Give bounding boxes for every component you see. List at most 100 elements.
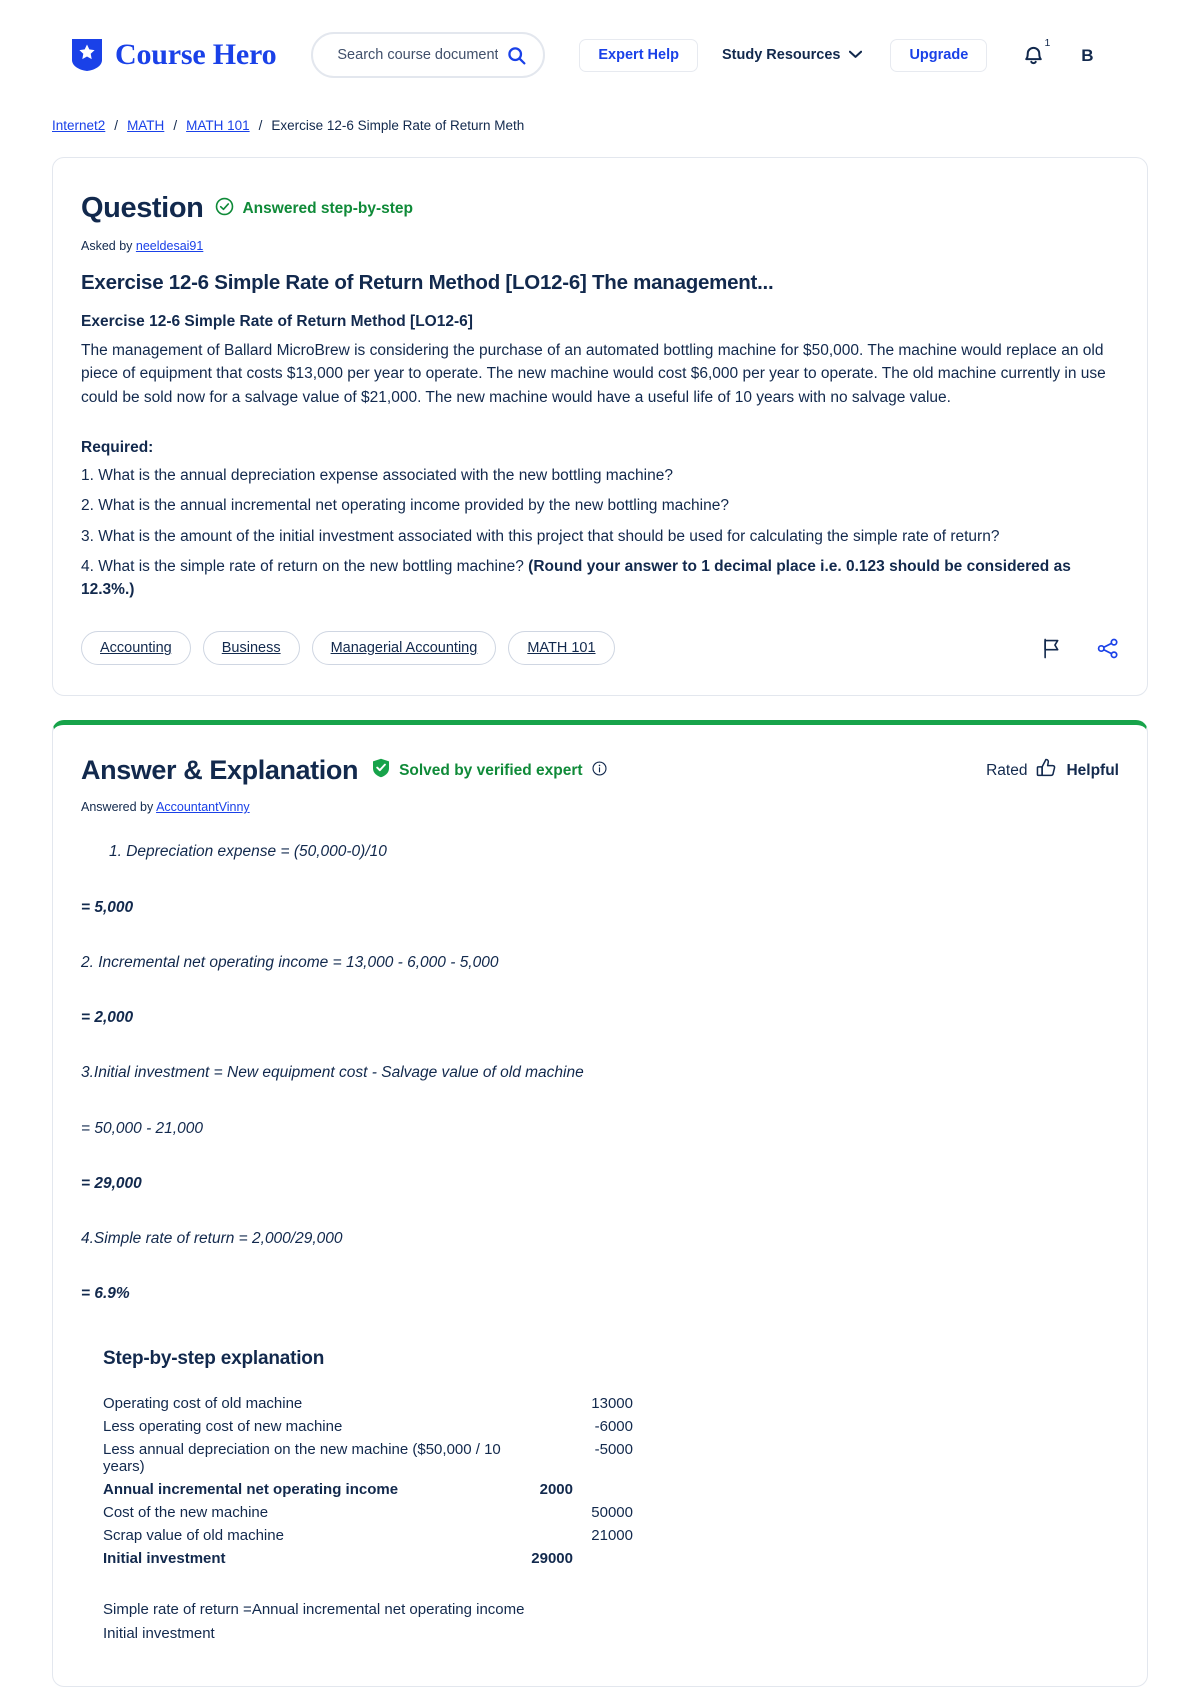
check-circle-icon [215,197,234,221]
answered-by: Answered by AccountantVinny [81,800,1119,814]
thumbs-up-icon[interactable] [1036,758,1057,783]
answer-line-6: = 29,000 [81,1174,142,1192]
row-label: Operating cost of old machine [103,1394,303,1412]
header-nav: Expert Help Study Resources Upgrade 1 B [579,37,1094,72]
table-row: Annual incremental net operating income … [103,1478,633,1501]
tag-managerial-accounting[interactable]: Managerial Accounting [311,631,497,666]
answered-by-user-link[interactable]: AccountantVinny [156,800,250,814]
answer-line-3: = 2,000 [81,1009,134,1027]
question-card: Question Answered step-by-step Asked by … [52,157,1148,697]
breadcrumb-item-0[interactable]: Internet2 [52,118,105,133]
table-row: Scrap value of old machine 21000 [103,1524,633,1547]
rated-label: Rated [986,761,1028,779]
rating-control[interactable]: Rated Helpful [986,758,1119,783]
step-by-step-note: Simple rate of return =Annual incrementa… [103,1598,1119,1646]
question-body: The management of Ballard MicroBrew is c… [81,342,1106,406]
logo[interactable]: Course Hero [70,37,277,73]
step-by-step-table: Operating cost of old machine 13000 Less… [103,1392,633,1570]
logo-text: Course Hero [115,38,277,71]
search-icon[interactable] [506,45,527,66]
info-icon[interactable] [592,761,607,781]
required-item-0: 1. What is the annual depreciation expen… [81,467,673,485]
tag-math-101[interactable]: MATH 101 [508,631,615,666]
answer-header: Answer & Explanation Solved by verified … [81,757,1119,784]
study-resources-menu[interactable]: Study Resources [721,47,863,63]
required-label: Required: [81,439,154,457]
notification-badge: 1 [1044,37,1051,49]
tag-accounting[interactable]: Accounting [81,631,191,666]
note-line-1: Simple rate of return =Annual incrementa… [103,1600,525,1618]
answer-line-8: = 6.9% [81,1285,130,1303]
row-label: Initial investment [103,1549,226,1567]
table-row: Less annual depreciation on the new mach… [103,1438,633,1478]
table-row: Cost of the new machine 50000 [103,1501,633,1524]
expert-help-button[interactable]: Expert Help [579,38,698,72]
breadcrumb-separator: / [173,118,178,133]
avatar[interactable]: B [1081,47,1093,64]
asked-by-prefix: Asked by [81,239,133,253]
question-subheading: Exercise 12-6 Simple Rate of Return Meth… [81,313,473,330]
answer-line-2: 2. Incremental net operating income = 13… [81,953,499,971]
upgrade-button[interactable]: Upgrade [890,38,988,72]
answer-line-1: = 5,000 [81,898,134,916]
chevron-down-icon [849,47,863,63]
search-box[interactable] [311,32,546,78]
row-value: -6000 [594,1417,633,1435]
answer-line-4: 3.Initial investment = New equipment cos… [81,1064,584,1082]
notifications-button[interactable]: 1 [1019,37,1051,70]
asked-by-user-link[interactable]: neeldesai91 [136,239,203,253]
row-value: 13000 [591,1394,633,1412]
search-input[interactable] [335,46,501,64]
site-header: Course Hero Expert Help Study Resources … [0,0,1200,110]
asked-by: Asked by neeldesai91 [81,239,1119,253]
table-row: Initial investment 29000 [103,1547,633,1570]
row-label: Annual incremental net operating income [103,1480,399,1498]
upgrade-button-wrap: Upgrade [890,38,988,72]
question-header: Question Answered step-by-step [81,194,1119,223]
answer-card: Answer & Explanation Solved by verified … [52,720,1148,1687]
row-label: Less operating cost of new machine [103,1417,343,1435]
flag-icon[interactable] [1042,638,1061,659]
tag-label: Business [221,640,281,657]
shield-check-icon [372,758,390,783]
helpful-label: Helpful [1066,761,1119,779]
required-item-2: 3. What is the amount of the initial inv… [81,527,1000,545]
table-row: Less operating cost of new machine -6000 [103,1415,633,1438]
row-label: Scrap value of old machine [103,1526,284,1544]
tag-label: Managerial Accounting [330,640,478,657]
row-label: Cost of the new machine [103,1503,269,1521]
step-by-step-title: Step-by-step explanation [103,1347,325,1369]
question-heading: Exercise 12-6 Simple Rate of Return Meth… [81,271,774,294]
tag-business[interactable]: Business [202,631,300,666]
tag-row: Accounting Business Managerial Accountin… [81,631,1119,666]
status-badge: Answered step-by-step [215,197,413,221]
breadcrumb: Internet2 / MATH / MATH 101 / Exercise 1… [0,118,560,133]
answer-line-5: = 50,000 - 21,000 [81,1119,203,1137]
answered-by-prefix: Answered by [81,800,154,815]
row-value: 21000 [591,1526,633,1544]
study-resources-label: Study Resources [721,47,841,63]
breadcrumb-item-2[interactable]: MATH 101 [186,118,250,133]
answer-body: 1. Depreciation expense = (50,000-0)/10 … [81,840,1119,1305]
share-icon[interactable] [1097,638,1119,659]
breadcrumb-item-current: Exercise 12-6 Simple Rate of Return Meth [271,118,525,133]
answer-title: Answer & Explanation [81,755,359,786]
step-by-step-section: Step-by-step explanation Operating cost … [81,1348,1119,1646]
status-badge-label: Answered step-by-step [242,199,414,217]
tag-label: MATH 101 [527,640,596,657]
page-content: Question Answered step-by-step Asked by … [0,157,1200,1687]
breadcrumb-item-1[interactable]: MATH [127,118,164,133]
page-title: Question [81,192,204,224]
course-hero-shield-icon [70,37,104,73]
required-item-3-text: 4. What is the simple rate of return on … [81,557,529,575]
table-row: Operating cost of old machine 13000 [103,1392,633,1415]
row-value: 2000 [539,1480,573,1498]
note-line-2: Initial investment [103,1624,215,1642]
required-item-1: 2. What is the annual incremental net op… [81,497,729,515]
verified-badge: Solved by verified expert [372,758,607,783]
breadcrumb-separator: / [258,118,263,133]
verified-badge-label: Solved by verified expert [399,761,583,779]
tag-label: Accounting [100,640,172,657]
row-value: 29000 [531,1549,573,1567]
required-item-3: 4. What is the simple rate of return on … [81,555,1119,602]
